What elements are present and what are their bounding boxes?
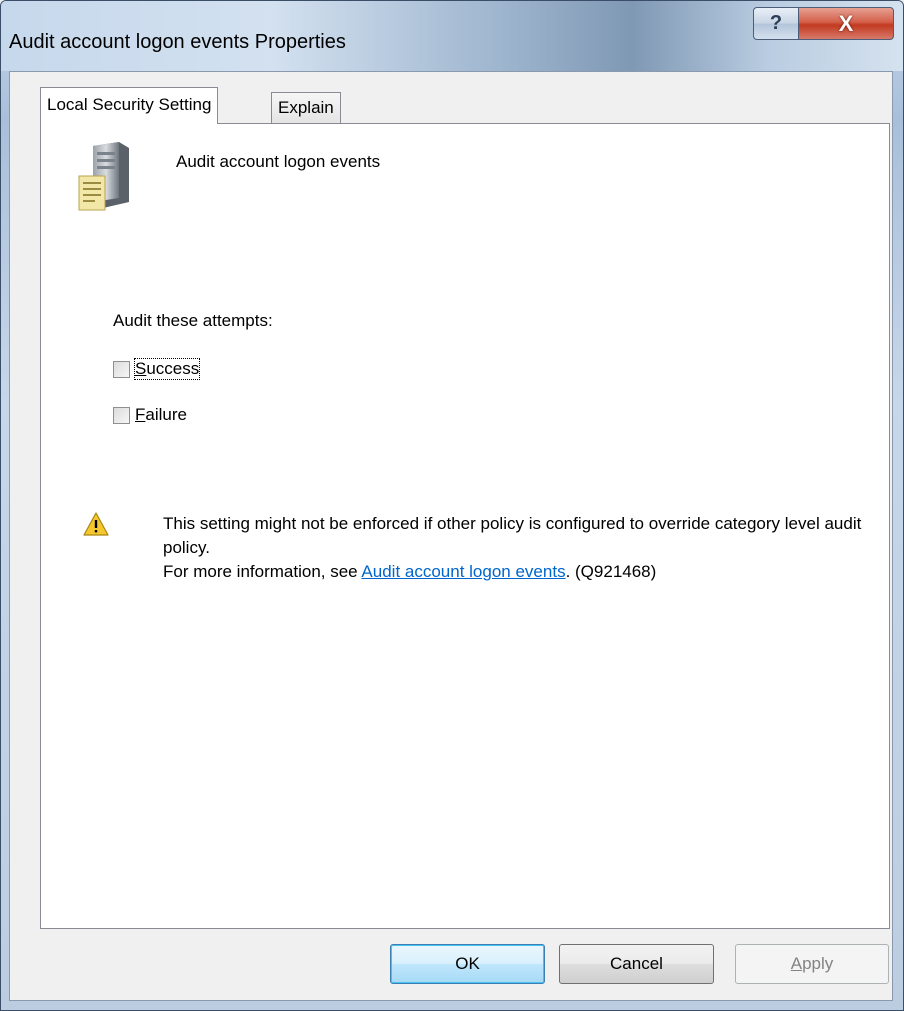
tab-label: Explain (278, 98, 334, 117)
tab-page: Audit account logon events Audit these a… (40, 123, 890, 929)
ok-button[interactable]: OK (390, 944, 545, 984)
help-icon: ? (769, 12, 783, 34)
close-icon: X (838, 10, 854, 36)
warning-message: This setting might not be enforced if ot… (163, 512, 878, 584)
tab-explain[interactable]: Explain (271, 92, 341, 123)
warning-icon (83, 512, 109, 536)
warning-line-2: For more information, see Audit account … (163, 562, 657, 581)
window-title: Audit account logon events Properties (9, 31, 346, 53)
title-bar[interactable]: Audit account logon events Properties ? … (1, 1, 903, 71)
properties-dialog: Audit account logon events Properties ? … (0, 0, 904, 1011)
dialog-client-area: Local Security Setting Explain Audit acc… (9, 71, 893, 1001)
policy-name: Audit account logon events (176, 152, 381, 171)
success-checkbox-label[interactable]: Success (133, 358, 201, 380)
close-button[interactable]: X (798, 7, 894, 40)
failure-checkbox-label[interactable]: Failure (135, 405, 187, 425)
success-checkbox[interactable] (113, 360, 130, 378)
audit-attempts-label: Audit these attempts: (113, 311, 273, 330)
failure-checkbox-row[interactable]: Failure (113, 405, 187, 425)
success-checkbox-row[interactable]: Success (113, 358, 201, 380)
tab-local-security-setting[interactable]: Local Security Setting (40, 87, 219, 124)
apply-button[interactable]: Apply (735, 944, 889, 984)
warning-line-1: This setting might not be enforced if ot… (163, 514, 862, 557)
tab-label: Local Security Setting (47, 95, 212, 114)
failure-checkbox[interactable] (113, 406, 130, 424)
help-button[interactable]: ? (753, 7, 799, 40)
server-document-icon (78, 142, 129, 211)
cancel-button[interactable]: Cancel (559, 944, 714, 984)
audit-account-logon-events-link[interactable]: Audit account logon events (361, 562, 565, 581)
